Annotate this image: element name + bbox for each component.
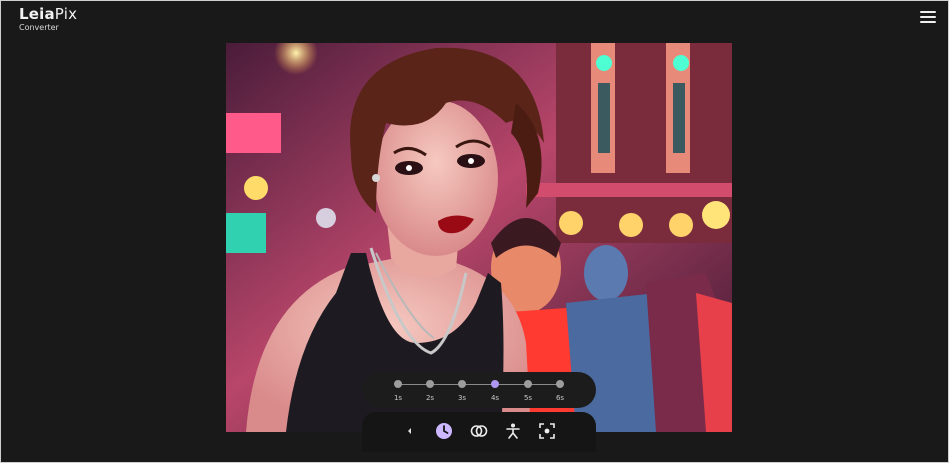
timeline-track	[397, 384, 561, 385]
timeline-stop-5s[interactable]	[524, 380, 532, 388]
chevron-left-icon[interactable]	[401, 422, 419, 440]
overlap-circles-icon[interactable]	[470, 422, 488, 440]
timeline-label-5s: 5s	[523, 394, 533, 402]
timeline-label-6s: 6s	[555, 394, 565, 402]
timeline-stop-4s[interactable]	[491, 380, 499, 388]
brand-subtitle: Converter	[19, 23, 59, 32]
app-logo[interactable]: LeiaPix Converter	[19, 7, 77, 33]
focus-frame-icon[interactable]	[538, 422, 556, 440]
timeline-stop-3s[interactable]	[458, 380, 466, 388]
timeline-stop-1s[interactable]	[394, 380, 402, 388]
brand-light: Pix	[54, 5, 78, 23]
timeline-stop-2s[interactable]	[426, 380, 434, 388]
brand-bold: Leia	[19, 5, 55, 23]
timeline-stop-6s[interactable]	[556, 380, 564, 388]
timeline-label-4s: 4s	[490, 394, 500, 402]
timeline-label-1s: 1s	[393, 394, 403, 402]
app-window: LeiaPix Converter 1s 2s 3s 4s 5s 6s	[0, 0, 949, 463]
hamburger-menu-icon[interactable]	[920, 11, 936, 25]
timeline-label-2s: 2s	[425, 394, 435, 402]
bottom-toolbar	[362, 412, 596, 452]
clock-icon[interactable]	[435, 422, 453, 440]
timeline-label-3s: 3s	[457, 394, 467, 402]
brand-name: LeiaPix	[19, 7, 77, 22]
timeline-slider[interactable]: 1s 2s 3s 4s 5s 6s	[362, 372, 596, 408]
motion-figure-icon[interactable]	[504, 422, 522, 440]
